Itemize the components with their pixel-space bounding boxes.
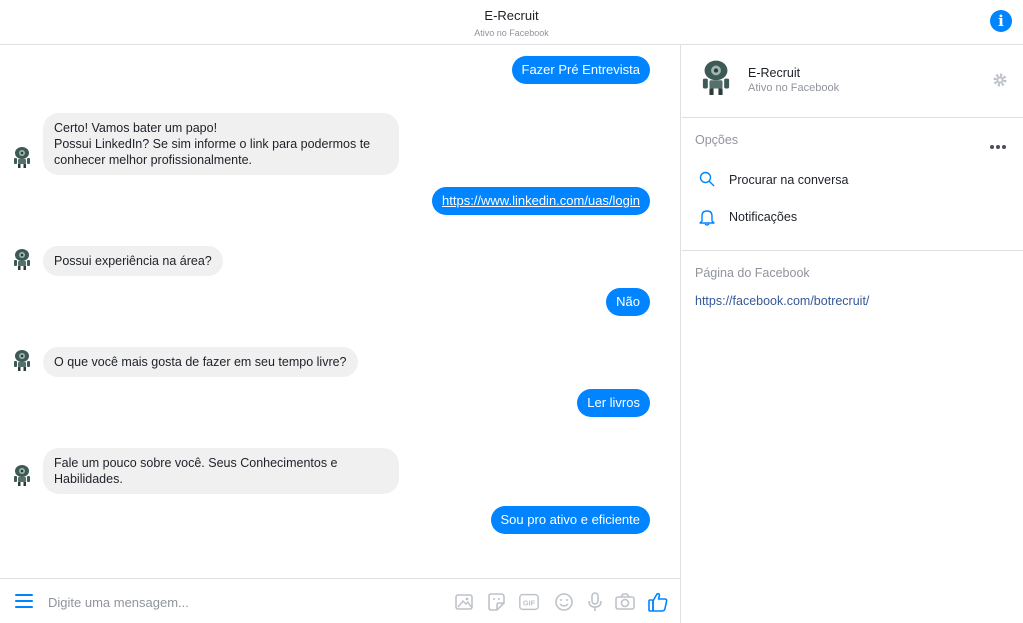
bot-avatar-icon (702, 60, 730, 95)
message-incoming: Certo! Vamos bater um papo! Possui Linke… (43, 113, 399, 175)
facebook-page-heading: Página do Facebook (695, 266, 810, 280)
options-heading: Opções (695, 133, 739, 147)
menu-icon[interactable] (15, 594, 33, 608)
divider (682, 250, 1023, 251)
photo-icon[interactable] (453, 591, 475, 613)
emoji-icon[interactable] (553, 591, 575, 613)
bot-avatar-icon (14, 350, 30, 371)
bell-icon (699, 210, 715, 226)
message-input[interactable] (48, 591, 428, 613)
search-icon (699, 171, 715, 187)
message-outgoing: Ler livros (577, 389, 650, 417)
facebook-page-link[interactable]: https://facebook.com/botrecruit/ (695, 294, 869, 308)
bot-avatar-icon (14, 249, 30, 270)
message-incoming: Fale um pouco sobre você. Seus Conhecime… (43, 448, 399, 494)
message-list: Fazer Pré Entrevista Certo! Vamos bater … (0, 45, 681, 578)
option-label: Notificações (729, 210, 798, 224)
option-label: Procurar na conversa (729, 173, 849, 187)
info-icon[interactable]: i (990, 10, 1012, 32)
option-search-conversation[interactable]: Procurar na conversa (695, 169, 995, 193)
gear-icon[interactable] (992, 72, 1008, 88)
conversation-title: E-Recruit (484, 8, 539, 23)
more-options-icon[interactable] (990, 137, 1008, 149)
conversation-header: E-Recruit Ativo no Facebook i (0, 0, 1023, 45)
profile-section: E-Recruit Ativo no Facebook (682, 45, 1023, 118)
profile-name: E-Recruit (748, 66, 801, 80)
bot-avatar-icon (14, 147, 30, 168)
message-outgoing-link: https://www.linkedin.com/uas/login (432, 187, 650, 215)
microphone-icon[interactable] (584, 591, 606, 613)
profile-status: Ativo no Facebook (748, 82, 840, 94)
message-outgoing: Não (606, 288, 650, 316)
sticker-icon[interactable] (485, 591, 507, 613)
message-outgoing: Sou pro ativo e eficiente (490, 506, 650, 534)
conversation-details-panel: E-Recruit Ativo no Facebook Opções Procu… (682, 45, 1023, 623)
like-icon[interactable] (647, 591, 669, 613)
svg-text:GIF: GIF (523, 599, 536, 608)
linkedin-link[interactable]: https://www.linkedin.com/uas/login (442, 193, 640, 208)
bot-avatar-icon (14, 465, 30, 486)
conversation-status: Ativo no Facebook (474, 28, 549, 38)
option-notifications[interactable]: Notificações (695, 206, 995, 230)
message-incoming: Possui experiência na área? (43, 246, 223, 276)
message-incoming: O que você mais gosta de fazer em seu te… (43, 347, 358, 377)
gif-icon[interactable]: GIF (518, 591, 540, 613)
message-composer: GIF (0, 578, 681, 623)
message-outgoing: Fazer Pré Entrevista (511, 56, 650, 84)
camera-icon[interactable] (614, 591, 636, 613)
